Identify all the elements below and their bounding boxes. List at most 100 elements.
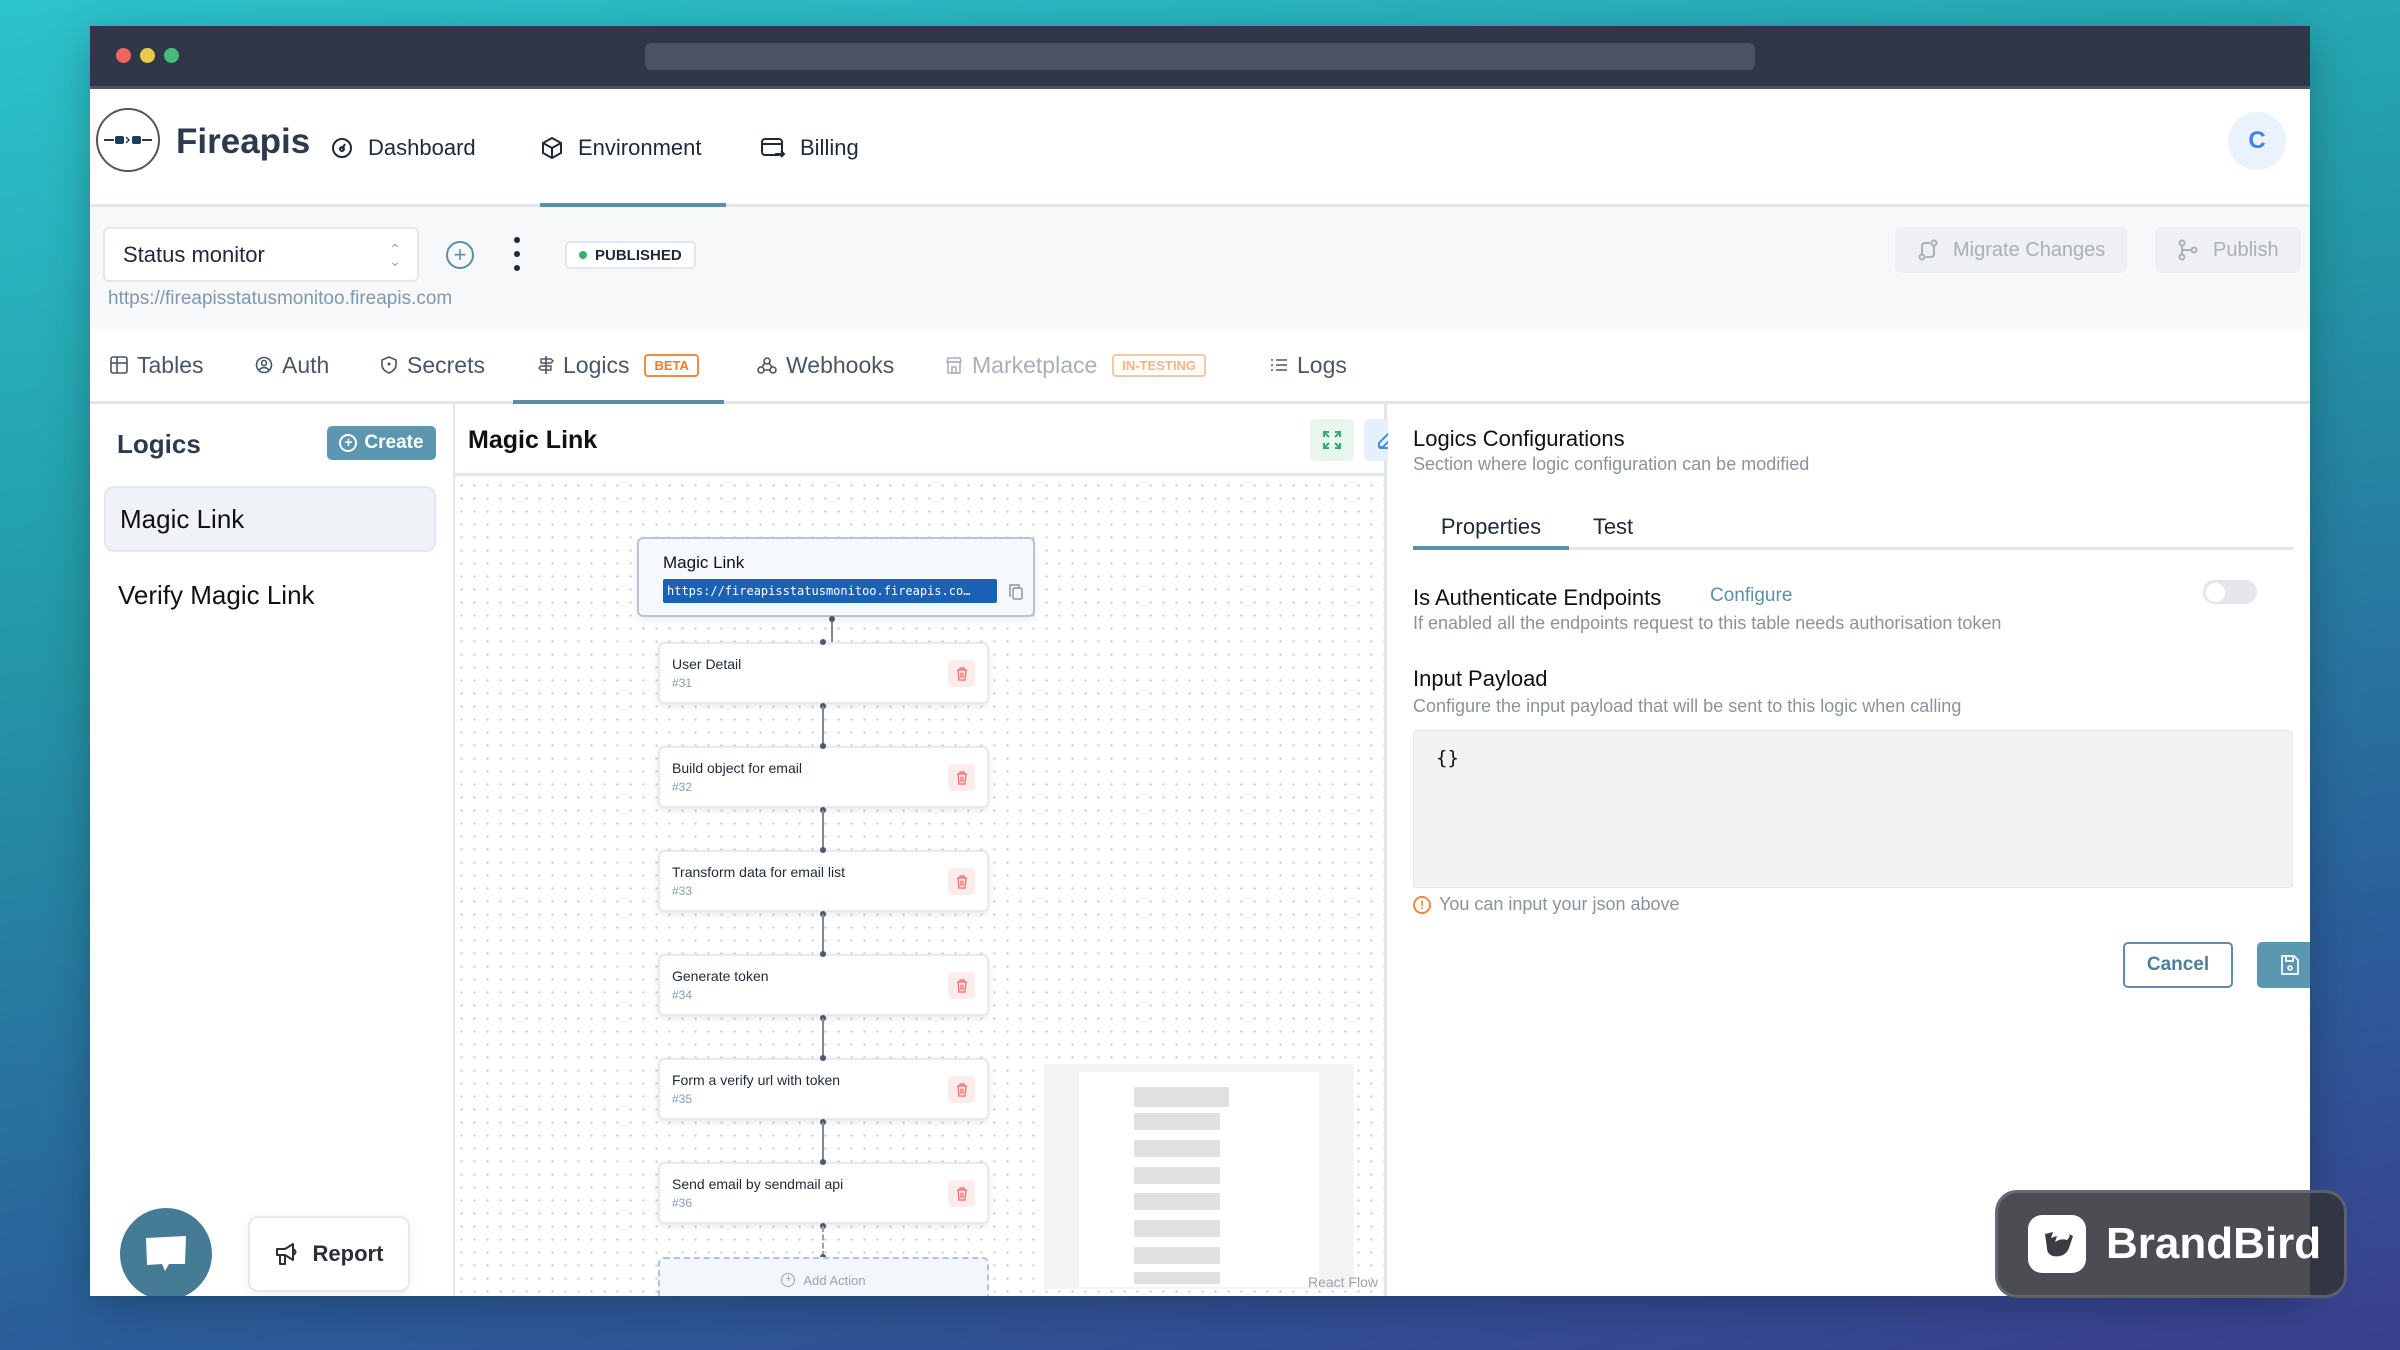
- table-icon: [110, 356, 128, 374]
- trash-icon: [956, 770, 967, 785]
- webhook-icon: [757, 357, 777, 374]
- chevron-up-down-icon: ⌃ ⌄: [389, 241, 401, 269]
- action-node[interactable]: Form a verify url with token #35: [658, 1058, 989, 1120]
- tab-webhooks-label: Webhooks: [786, 351, 895, 378]
- create-logic-button[interactable]: + Create: [327, 426, 436, 460]
- flow-minimap[interactable]: [1044, 1064, 1354, 1289]
- tab-secrets[interactable]: Secrets: [380, 329, 485, 401]
- flow-edge: [822, 914, 824, 954]
- gauge-icon: [332, 138, 352, 158]
- tab-auth[interactable]: Auth: [255, 329, 329, 401]
- auth-endpoints-label: Is Authenticate Endpoints: [1413, 585, 1662, 610]
- delete-action-button[interactable]: [948, 972, 975, 999]
- minimap-node: [1134, 1167, 1220, 1184]
- minimap-node: [1134, 1220, 1220, 1237]
- trigger-node-url[interactable]: https://fireapisstatusmonitoo.fireapis.c…: [663, 579, 997, 603]
- tab-tables[interactable]: Tables: [110, 329, 203, 401]
- in-testing-badge: IN-TESTING: [1112, 353, 1206, 377]
- logic-item-label: Verify Magic Link: [118, 579, 315, 610]
- more-options-button[interactable]: [512, 237, 522, 271]
- delete-action-button[interactable]: [948, 868, 975, 895]
- create-logic-label: Create: [364, 432, 424, 453]
- config-title: Logics Configurations: [1413, 426, 1625, 451]
- config-subtitle: Section where logic configuration can be…: [1413, 454, 1810, 474]
- auth-endpoints-description: If enabled all the endpoints request to …: [1413, 613, 2002, 633]
- minimap-node: [1134, 1140, 1220, 1157]
- tab-webhooks[interactable]: Webhooks: [757, 329, 894, 401]
- plug-icon: [104, 136, 152, 144]
- cancel-button[interactable]: Cancel: [2123, 942, 2233, 988]
- action-node[interactable]: Send email by sendmail api #36: [658, 1162, 989, 1224]
- add-environment-button[interactable]: +: [446, 241, 474, 269]
- environment-url[interactable]: https://fireapisstatusmonitoo.fireapis.c…: [108, 288, 452, 310]
- report-button[interactable]: Report: [248, 1216, 410, 1292]
- migrate-changes-button[interactable]: Migrate Changes: [1895, 227, 2128, 273]
- action-node[interactable]: Transform data for email list #33: [658, 850, 989, 912]
- action-node-id: #34: [672, 988, 693, 1002]
- delete-action-button[interactable]: [948, 660, 975, 687]
- fireapis-logo[interactable]: [96, 108, 160, 172]
- copy-icon[interactable]: [1009, 584, 1023, 600]
- configure-link[interactable]: Configure: [1710, 585, 1792, 607]
- minimize-window-button[interactable]: [140, 48, 155, 63]
- maximize-window-button[interactable]: [164, 48, 179, 63]
- megaphone-icon: [275, 1243, 297, 1265]
- status-badge: PUBLISHED: [565, 241, 696, 269]
- flow-canvas[interactable]: Magic Link https://fireapisstatusmonitoo…: [455, 479, 1384, 1296]
- nav-dashboard[interactable]: Dashboard: [330, 92, 476, 204]
- tab-marketplace[interactable]: Marketplace IN-TESTING: [945, 329, 1206, 401]
- trash-icon: [956, 978, 967, 993]
- address-bar[interactable]: [645, 43, 1755, 70]
- tab-logs-label: Logs: [1297, 351, 1347, 378]
- trash-icon: [956, 1082, 967, 1097]
- nav-billing[interactable]: Billing: [760, 92, 859, 204]
- payload-hint: ! You can input your json above: [1413, 894, 1680, 915]
- action-node-name: Transform data for email list: [672, 864, 845, 880]
- edge-handle: [820, 847, 826, 853]
- publish-button[interactable]: Publish: [2155, 227, 2301, 273]
- tab-logs[interactable]: Logs: [1270, 329, 1347, 401]
- logic-flow-panel: Magic Link Magic Link https://fireapisst…: [455, 404, 1462, 1296]
- tab-properties[interactable]: Properties: [1413, 507, 1569, 550]
- edge-handle: [820, 639, 826, 645]
- trash-icon: [956, 666, 967, 681]
- user-avatar[interactable]: C: [2228, 112, 2286, 170]
- minimap-node: [1134, 1113, 1220, 1130]
- add-action-button[interactable]: + Add Action: [658, 1257, 989, 1296]
- delete-action-button[interactable]: [948, 1076, 975, 1103]
- logic-item-verify-magic-link[interactable]: Verify Magic Link: [104, 562, 436, 628]
- chat-button[interactable]: [120, 1208, 212, 1296]
- sidebar-title: Logics: [117, 429, 201, 459]
- tab-test[interactable]: Test: [1583, 507, 1643, 547]
- input-payload-editor[interactable]: {}: [1413, 730, 2293, 888]
- flow-edge: [831, 619, 833, 642]
- auth-icon: [255, 356, 273, 374]
- save-button[interactable]: Save: [2257, 942, 2310, 988]
- brand-name: Fireapis: [176, 122, 311, 161]
- react-flow-attribution[interactable]: React Flow: [1308, 1274, 1378, 1290]
- payload-hint-text: You can input your json above: [1439, 894, 1680, 914]
- status-dot-icon: [579, 251, 587, 259]
- action-node[interactable]: Build object for email #32: [658, 746, 989, 808]
- expand-icon: [1323, 431, 1341, 449]
- action-node[interactable]: Generate token #34: [658, 954, 989, 1016]
- brandbird-logo-icon: [2028, 1215, 2086, 1273]
- auth-endpoints-toggle[interactable]: [2203, 580, 2257, 604]
- section-tabs: Tables Auth Secrets Logics BETA Webhooks…: [90, 329, 2310, 404]
- nav-environment[interactable]: Environment: [540, 92, 726, 207]
- logic-item-magic-link[interactable]: Magic Link: [104, 486, 436, 552]
- tab-logics-label: Logics: [563, 351, 630, 378]
- action-node-id: #31: [672, 676, 693, 690]
- tab-logics[interactable]: Logics BETA: [513, 329, 724, 404]
- delete-action-button[interactable]: [948, 1180, 975, 1207]
- fit-view-button[interactable]: [1310, 419, 1354, 461]
- environment-select[interactable]: Status monitor ⌃ ⌄: [103, 227, 419, 282]
- delete-action-button[interactable]: [948, 764, 975, 791]
- close-window-button[interactable]: [116, 48, 131, 63]
- logic-config-panel: Logics Configurations Section where logi…: [1388, 404, 2310, 1296]
- edge-handle: [820, 951, 826, 957]
- minimap-node: [1134, 1272, 1220, 1284]
- trigger-node[interactable]: Magic Link https://fireapisstatusmonitoo…: [637, 537, 1035, 617]
- minimap-viewport: [1079, 1072, 1319, 1287]
- action-node[interactable]: User Detail #31: [658, 642, 989, 704]
